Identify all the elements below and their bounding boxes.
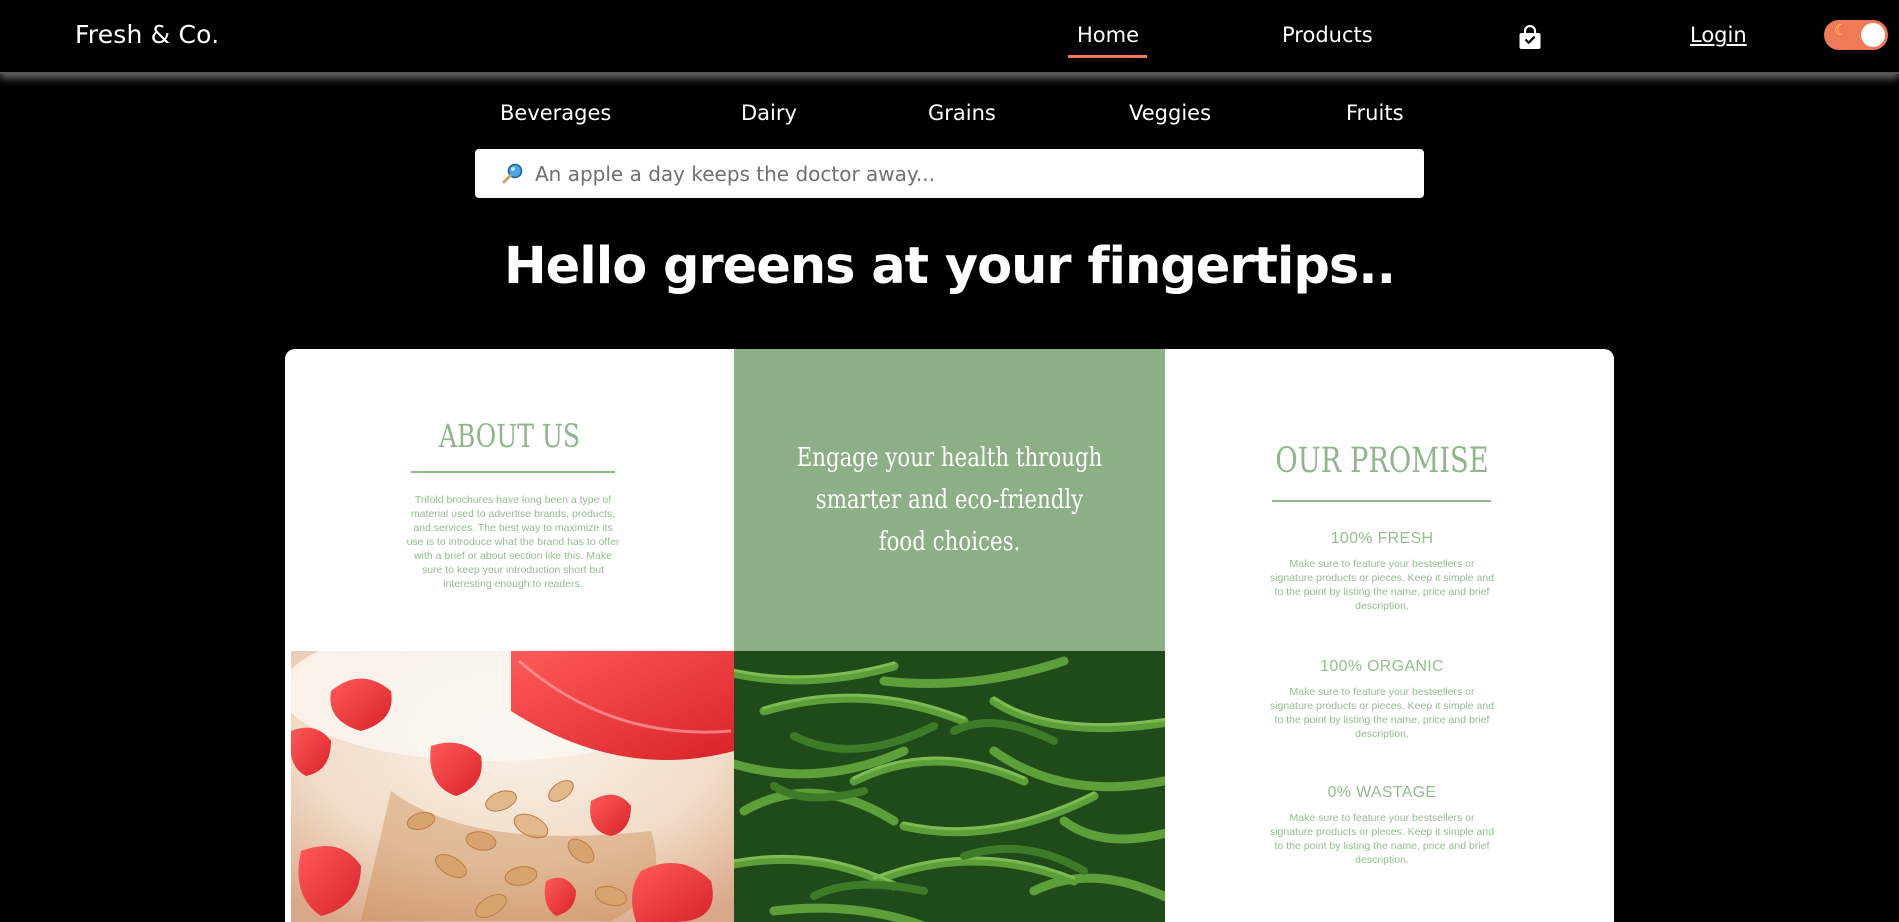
promise-panel: OUR PROMISE 100% FRESH Make sure to feat… <box>1165 349 1614 922</box>
hero-title: Hello greens at your fingertips.. <box>503 237 1396 296</box>
promise-item-body: Make sure to feature your bestsellers or… <box>1269 558 1495 612</box>
promise-item-body: Make sure to feature your bestsellers or… <box>1269 812 1495 866</box>
search-icon <box>502 163 523 184</box>
active-nav-indicator <box>1068 55 1147 58</box>
promise-item-title: 0% WASTAGE <box>1327 784 1437 801</box>
promise-item-body: Make sure to feature your bestsellers or… <box>1269 686 1495 740</box>
category-fruits[interactable]: Fruits <box>1346 101 1404 125</box>
promise-item-title: 100% FRESH <box>1330 530 1434 547</box>
quote-panel: Engage your health through smarter and e… <box>734 349 1165 651</box>
nav-products-link[interactable]: Products <box>1282 23 1373 47</box>
category-dairy[interactable]: Dairy <box>741 101 797 125</box>
quote-text: Engage your health through smarter and e… <box>796 443 1103 557</box>
category-beverages[interactable]: Beverages <box>500 101 611 125</box>
search-bar <box>475 149 1424 198</box>
category-veggies[interactable]: Veggies <box>1129 101 1211 125</box>
toggle-knob <box>1861 23 1885 47</box>
divider <box>411 471 615 473</box>
promise-item-title: 100% ORGANIC <box>1320 658 1444 675</box>
moon-icon: ☾ <box>1834 21 1848 39</box>
top-navbar: Fresh & Co. Home Products Login ☾ <box>0 0 1899 74</box>
category-grains[interactable]: Grains <box>928 101 996 125</box>
brochure-banner: ABOUT US Trifold brochures have long bee… <box>285 349 1614 922</box>
about-title: ABOUT US <box>438 417 581 455</box>
brand-logo[interactable]: Fresh & Co. <box>75 20 219 49</box>
about-body: Trifold brochures have long been a type … <box>406 494 620 590</box>
strawberry-oats-image <box>291 651 734 922</box>
search-input[interactable] <box>533 149 1413 198</box>
green-beans-image <box>734 651 1165 922</box>
nav-home-link[interactable]: Home <box>1077 23 1139 47</box>
shopping-bag-icon[interactable] <box>1518 25 1542 50</box>
divider <box>1272 500 1491 502</box>
theme-toggle[interactable]: ☾ <box>1824 20 1888 50</box>
nav-login-link[interactable]: Login <box>1690 23 1747 47</box>
promise-title: OUR PROMISE <box>1275 441 1489 481</box>
